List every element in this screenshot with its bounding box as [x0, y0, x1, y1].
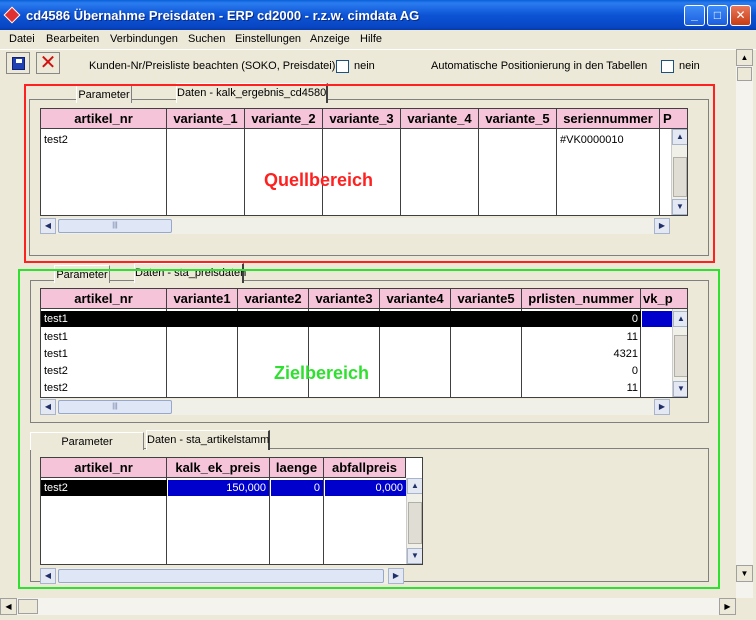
- target-area-label: Zielbereich: [274, 363, 370, 383]
- window-horizontal-scrollbar[interactable]: ◀ ▶: [0, 598, 736, 615]
- option1-value: nein: [354, 60, 375, 72]
- target-area-highlight: [18, 269, 720, 589]
- scroll-down-button[interactable]: ▼: [736, 565, 753, 582]
- scroll-thumb[interactable]: [18, 599, 38, 614]
- menu-hilfe[interactable]: Hilfe: [360, 33, 382, 45]
- source-area-label: Quellbereich: [264, 170, 374, 190]
- menu-anzeige[interactable]: Anzeige: [310, 33, 350, 45]
- cancel-button[interactable]: ✕: [36, 52, 60, 74]
- app-icon: [3, 6, 21, 24]
- menu-bar: Datei Bearbeiten Verbindungen Suchen Ein…: [0, 30, 756, 48]
- toolbar: ✕ Kunden-Nr/Preisliste beachten (SOKO, P…: [0, 49, 756, 76]
- option2-label: Automatische Positionierung in den Tabel…: [431, 60, 648, 72]
- maximize-button[interactable]: □: [707, 5, 728, 26]
- window-vertical-scrollbar[interactable]: ▲ ▼: [736, 49, 753, 598]
- menu-datei[interactable]: Datei: [9, 33, 35, 45]
- close-button[interactable]: ✕: [730, 5, 751, 26]
- save-button[interactable]: [6, 52, 30, 74]
- option1-checkbox[interactable]: [336, 60, 349, 73]
- scroll-right-button[interactable]: ▶: [719, 598, 736, 615]
- menu-verbindungen[interactable]: Verbindungen: [110, 33, 178, 45]
- disk-icon: [12, 57, 25, 70]
- scroll-up-button[interactable]: ▲: [736, 49, 753, 66]
- menu-einstellungen[interactable]: Einstellungen: [235, 33, 301, 45]
- option1-label: Kunden-Nr/Preisliste beachten (SOKO, Pre…: [89, 60, 336, 72]
- status-bar: [0, 615, 756, 620]
- window-title: cd4586 Übernahme Preisdaten - ERP cd2000…: [26, 8, 420, 23]
- option2-value: nein: [679, 60, 700, 72]
- scroll-thumb[interactable]: [737, 67, 752, 81]
- x-icon: ✕: [39, 52, 57, 74]
- title-bar[interactable]: cd4586 Übernahme Preisdaten - ERP cd2000…: [0, 0, 756, 30]
- scroll-left-button[interactable]: ◀: [0, 598, 17, 615]
- menu-bearbeiten[interactable]: Bearbeiten: [46, 33, 99, 45]
- minimize-button[interactable]: _: [684, 5, 705, 26]
- option2-checkbox[interactable]: [661, 60, 674, 73]
- menu-suchen[interactable]: Suchen: [188, 33, 225, 45]
